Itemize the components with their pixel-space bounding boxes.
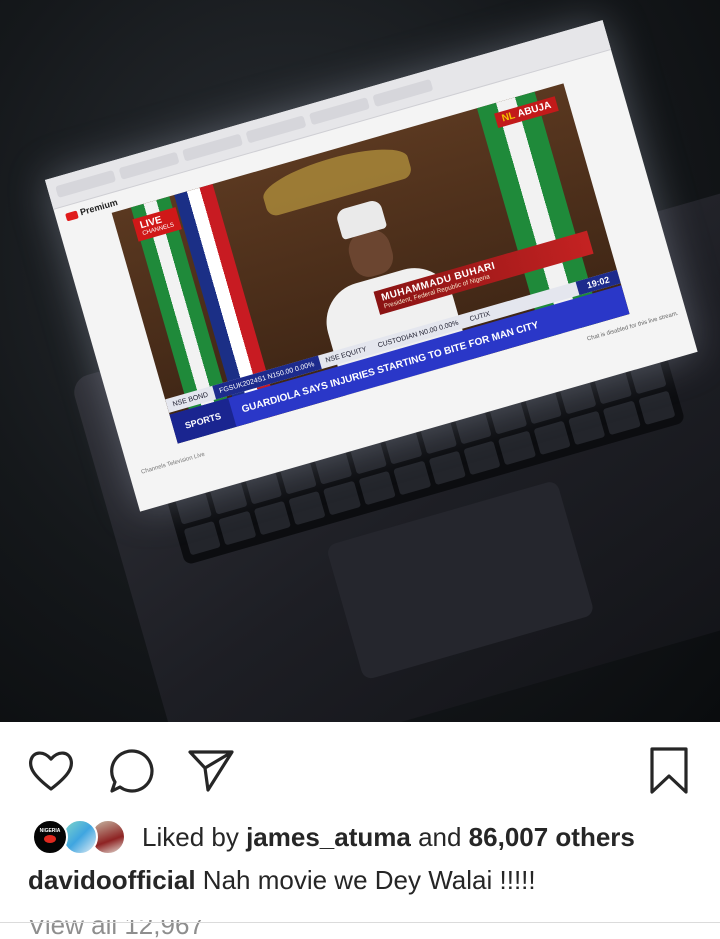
bookmark-icon[interactable]	[644, 746, 694, 796]
liker-avatars[interactable]: NIGERIA	[28, 817, 128, 857]
liked-by-text: Liked by james_atuma and 86,007 others	[142, 821, 635, 852]
divider	[0, 922, 720, 923]
video-title: Channels Television Live	[140, 451, 206, 476]
post-caption: davidoofficial Nah movie we Dey Walai !!…	[28, 865, 536, 896]
avatar[interactable]: NIGERIA	[32, 819, 68, 855]
caption-username-link[interactable]: davidoofficial	[28, 865, 196, 895]
paper-plane-icon[interactable]	[186, 746, 236, 796]
comment-icon[interactable]	[107, 746, 157, 796]
likes-summary[interactable]: NIGERIA Liked by james_atuma and 86,007 …	[28, 812, 718, 862]
liker-username-link[interactable]: james_atuma	[246, 822, 411, 852]
post-photo[interactable]: Premium LIVE CHANNELS NLABUJA MUHAMMADU …	[0, 0, 720, 722]
likes-count-link[interactable]: 86,007 others	[469, 822, 635, 852]
caption-text: Nah movie we Dey Walai !!!!!	[195, 865, 536, 895]
post-action-bar	[0, 722, 720, 817]
heart-icon[interactable]	[26, 746, 76, 796]
